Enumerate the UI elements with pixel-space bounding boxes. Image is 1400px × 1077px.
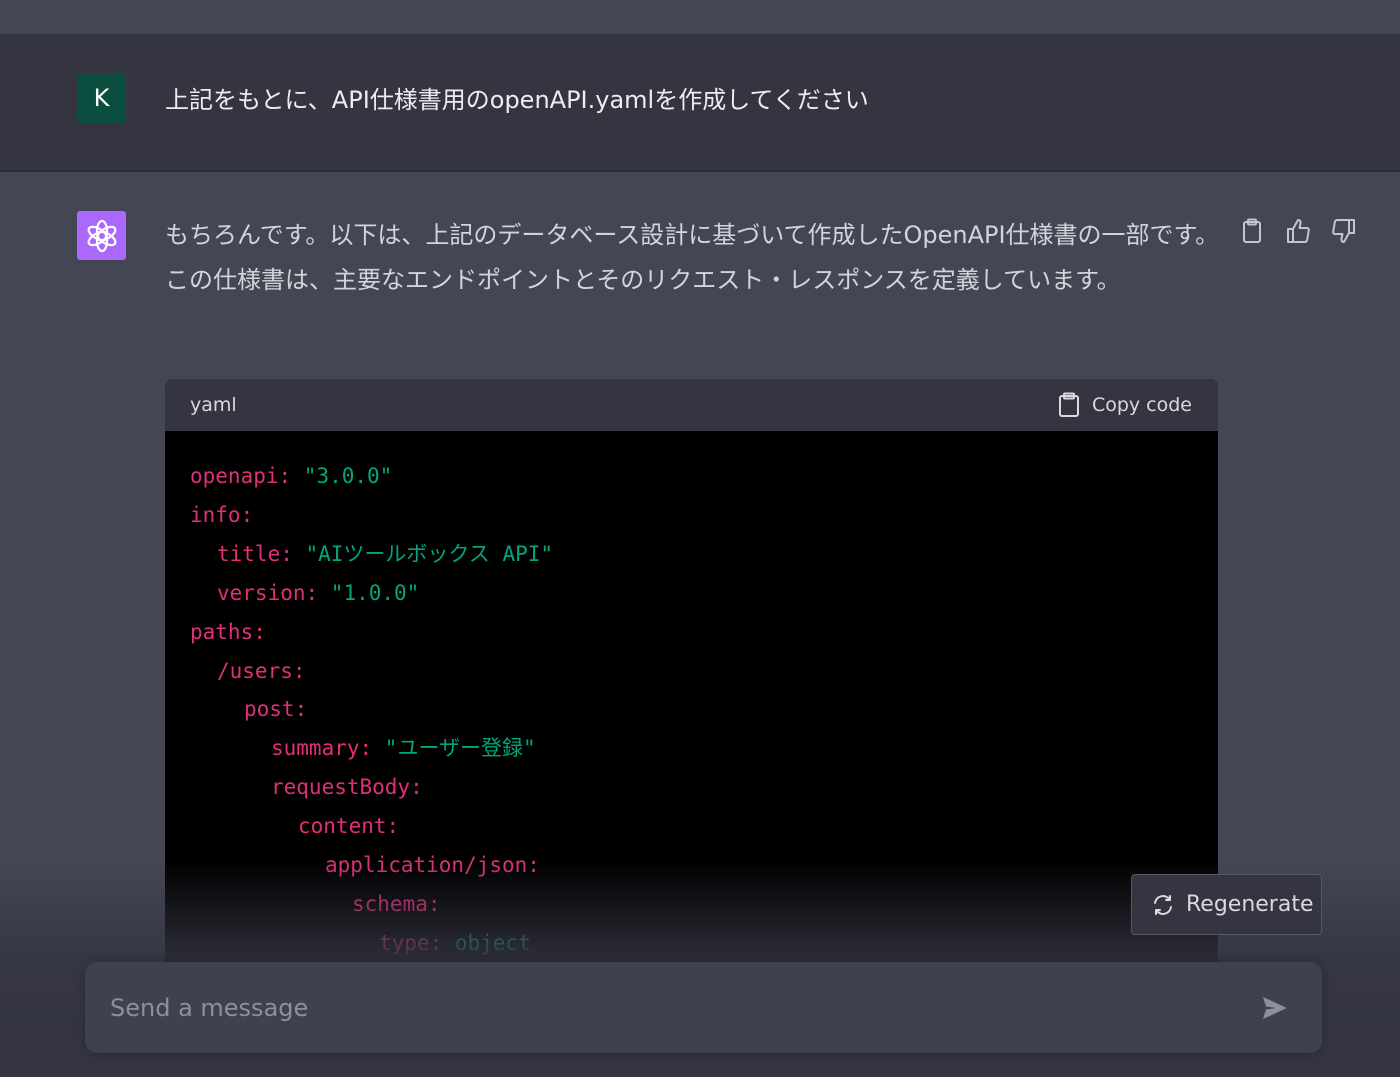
- send-button[interactable]: [1257, 990, 1293, 1026]
- assistant-message-text: もちろんです。以下は、上記のデータベース設計に基づいて作成したOpenAPI仕様…: [165, 221, 1220, 294]
- thumbs-up-icon[interactable]: [1282, 215, 1314, 247]
- code-line: type: object: [379, 924, 531, 963]
- openai-logo-icon: [87, 219, 116, 252]
- clipboard-icon[interactable]: [1236, 215, 1268, 247]
- yaml-key: openapi:: [190, 464, 292, 488]
- yaml-key: version:: [217, 580, 319, 605]
- code-line: info:: [190, 496, 253, 535]
- code-line: post:: [244, 690, 307, 729]
- clipboard-icon: [1058, 392, 1079, 417]
- yaml-key: content:: [298, 814, 400, 839]
- code-block-header: yaml Copy code: [165, 379, 1218, 431]
- code-line: summary: "ユーザー登録": [271, 729, 536, 768]
- copy-code-label: Copy code: [1091, 394, 1192, 416]
- yaml-key: post:: [244, 697, 308, 722]
- yaml-key: info:: [190, 502, 254, 527]
- message-input[interactable]: [110, 990, 1230, 1026]
- code-content: openapi: "3.0.0" info: title: "AIツールボックス A…: [165, 431, 1218, 979]
- code-language-label: yaml: [190, 394, 237, 416]
- regenerate-button[interactable]: Regenerate: [1131, 874, 1322, 935]
- code-block: yaml Copy code openapi: "3.0.0" info: titl…: [165, 379, 1218, 979]
- yaml-value: "3.0.0": [291, 464, 393, 488]
- code-line: application/json:: [325, 846, 540, 885]
- refresh-icon: [1154, 894, 1172, 915]
- code-line: title: "AIツールボックス API": [217, 535, 553, 574]
- user-message-row: K 上記をもとに、API仕様書用のopenAPI.yamlを作成してください: [0, 34, 1400, 172]
- yaml-key: title:: [217, 541, 293, 566]
- yaml-key: schema:: [352, 891, 441, 916]
- assistant-avatar: [77, 211, 126, 260]
- user-message-text: 上記をもとに、API仕様書用のopenAPI.yamlを作成してください: [165, 86, 869, 114]
- copy-code-button[interactable]: Copy code: [1058, 392, 1192, 418]
- code-line: /users:: [217, 652, 306, 691]
- yaml-value: "1.0.0": [318, 580, 420, 605]
- yaml-key: summary:: [271, 736, 373, 761]
- code-line: openapi: "3.0.0": [190, 457, 392, 496]
- yaml-key: requestBody:: [271, 775, 423, 800]
- code-line: version: "1.0.0": [217, 574, 419, 613]
- user-avatar: K: [77, 74, 126, 123]
- yaml-key: /users:: [217, 658, 306, 683]
- message-composer: [85, 962, 1322, 1053]
- yaml-key: type:: [379, 930, 443, 955]
- message-actions: [1236, 214, 1360, 248]
- code-line: paths:: [190, 613, 266, 652]
- top-strip: [0, 0, 1400, 34]
- send-icon: [1263, 997, 1287, 1019]
- code-line: requestBody:: [271, 768, 423, 807]
- yaml-key: application/json:: [325, 853, 540, 877]
- yaml-value: "ユーザー登録": [372, 736, 536, 761]
- yaml-key: paths:: [190, 619, 266, 644]
- thumbs-down-icon[interactable]: [1328, 215, 1360, 247]
- yaml-value: object: [442, 930, 531, 955]
- regenerate-label: Regenerate: [1186, 892, 1314, 917]
- yaml-value: "AIツールボックス API": [292, 541, 554, 566]
- code-line: content:: [298, 807, 399, 846]
- code-line: schema:: [352, 885, 441, 924]
